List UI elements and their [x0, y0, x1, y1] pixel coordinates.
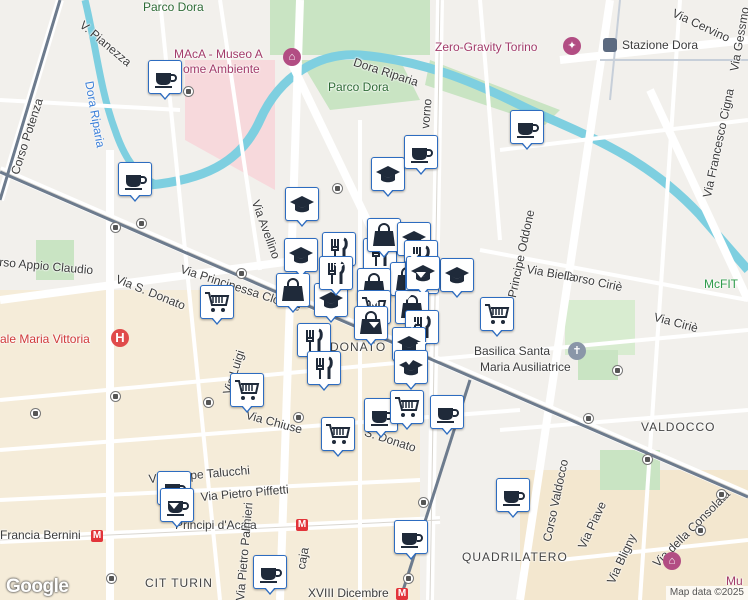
- google-logo: Google: [6, 576, 69, 597]
- bus-stop-icon[interactable]: [293, 412, 304, 423]
- bus-stop-icon[interactable]: [612, 365, 623, 376]
- cafe-icon: [500, 483, 526, 507]
- school-icon: [288, 243, 314, 267]
- bus-stop-icon[interactable]: [695, 525, 706, 536]
- hospital-icon[interactable]: H: [111, 329, 129, 347]
- grocery-icon: [234, 378, 260, 402]
- cafe-marker[interactable]: [430, 395, 464, 435]
- school-marker[interactable]: [394, 350, 428, 390]
- metro-icon-xviii[interactable]: M: [396, 588, 408, 600]
- cafe-marker[interactable]: [253, 555, 287, 595]
- grocery-icon: [325, 422, 351, 446]
- shop-marker[interactable]: [367, 218, 401, 258]
- bus-stop-icon[interactable]: [106, 573, 117, 584]
- school-marker[interactable]: [284, 238, 318, 278]
- bus-stop-icon[interactable]: [110, 222, 121, 233]
- cafe-icon: [122, 167, 148, 191]
- map-canvas[interactable]: Parco Dora MAcA - Museo A ome Ambiente ⌂…: [0, 0, 748, 600]
- cafe-marker[interactable]: [148, 60, 182, 100]
- cafe-icon: [434, 400, 460, 424]
- map-attribution[interactable]: Map data ©2025: [665, 586, 748, 600]
- metro-icon-bernini[interactable]: M: [91, 530, 103, 542]
- shop-marker[interactable]: [276, 273, 310, 313]
- restaurant-icon: [301, 328, 327, 352]
- bus-stop-icon[interactable]: [30, 408, 41, 419]
- school-marker[interactable]: [440, 258, 474, 298]
- grocery-marker[interactable]: [200, 285, 234, 325]
- label-parco-dora: Parco Dora: [328, 80, 389, 94]
- bus-stop-icon[interactable]: [110, 391, 121, 402]
- bus-stop-icon[interactable]: [203, 397, 214, 408]
- train-station-icon[interactable]: [603, 38, 617, 52]
- bus-stop-icon[interactable]: [403, 573, 414, 584]
- label-vorno: vorno: [418, 98, 435, 130]
- label-zero-gravity: Zero-Gravity Torino: [435, 40, 538, 54]
- bus-stop-icon[interactable]: [716, 489, 727, 500]
- cafe-icon: [257, 560, 283, 584]
- bus-stop-icon[interactable]: [642, 454, 653, 465]
- school-icon: [375, 162, 401, 186]
- school-icon: [444, 263, 470, 287]
- cafe-marker[interactable]: [394, 520, 428, 560]
- label-museo: MAcA - Museo A: [174, 47, 263, 61]
- label-quadrilatero: QUADRILATERO: [462, 550, 568, 564]
- grocery-marker[interactable]: [230, 373, 264, 413]
- grocery-marker[interactable]: [390, 390, 424, 430]
- label-basilica-1: Basilica Santa: [474, 344, 551, 358]
- attraction-icon[interactable]: ✦: [563, 37, 581, 55]
- label-stazione-dora: Stazione Dora: [622, 38, 699, 52]
- bus-stop-icon[interactable]: [183, 86, 194, 97]
- school-marker[interactable]: [285, 187, 319, 227]
- grocery-marker[interactable]: [321, 417, 355, 457]
- cafe-icon: [398, 525, 424, 549]
- bus-stop-icon[interactable]: [418, 497, 429, 508]
- bus-stop-icon[interactable]: [236, 268, 247, 279]
- cafe-marker[interactable]: [510, 110, 544, 150]
- shop-icon: [280, 278, 306, 302]
- grocery-icon: [204, 290, 230, 314]
- school-icon: [289, 192, 315, 216]
- museum-icon[interactable]: ⌂: [283, 48, 301, 66]
- cafe-icon: [152, 65, 178, 89]
- label-cit-turin: CIT TURIN: [145, 576, 213, 590]
- church-icon[interactable]: ✝: [568, 342, 586, 360]
- grocery-marker[interactable]: [480, 297, 514, 337]
- bus-stop-icon[interactable]: [332, 183, 343, 194]
- metro-icon-principi[interactable]: M: [296, 519, 308, 531]
- cafe-icon: [408, 140, 434, 164]
- label-valdocco: VALDOCCO: [641, 420, 716, 434]
- shop-icon: [371, 223, 397, 247]
- label-parco-dora-top: Parco Dora: [143, 0, 204, 14]
- bus-stop-icon[interactable]: [136, 218, 147, 229]
- bus-stop-icon[interactable]: [583, 413, 594, 424]
- museum-icon-2[interactable]: ⌂: [663, 552, 681, 570]
- school-marker[interactable]: [371, 157, 405, 197]
- cafe-marker[interactable]: [404, 135, 438, 175]
- label-francia-bernini: Francia Bernini: [0, 528, 81, 542]
- cafe-marker[interactable]: [118, 162, 152, 202]
- cafe-marker[interactable]: [496, 478, 530, 518]
- label-basilica-2: Maria Ausiliatrice: [480, 360, 571, 374]
- label-mcfit: McFIT: [704, 277, 738, 291]
- restaurant-marker[interactable]: [319, 256, 353, 296]
- label-museo-2: ome Ambiente: [183, 62, 260, 76]
- grocery-icon: [394, 395, 420, 419]
- label-xviii-dicembre: XVIII Dicembre: [308, 586, 389, 600]
- cafe-icon: [514, 115, 540, 139]
- label-maria-vittoria: ale Maria Vittoria: [0, 332, 90, 346]
- grocery-icon: [484, 302, 510, 326]
